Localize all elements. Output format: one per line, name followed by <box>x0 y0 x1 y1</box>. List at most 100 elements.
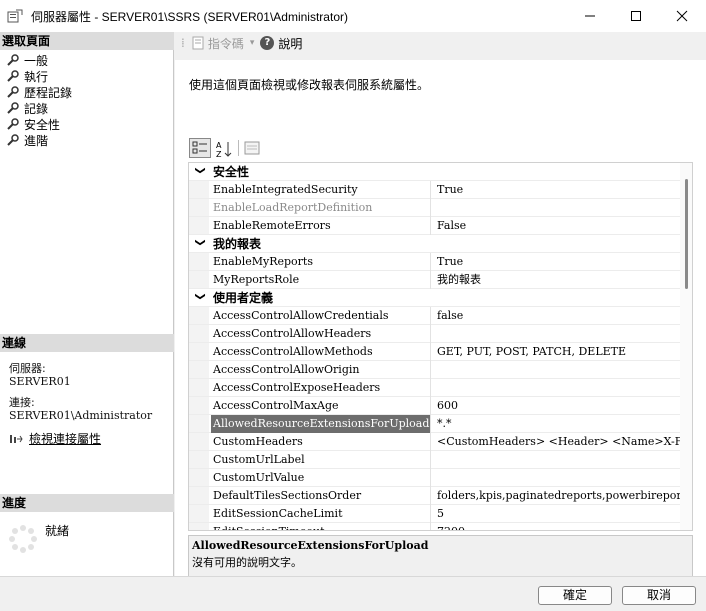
grid-property-name[interactable]: AccessControlMaxAge <box>211 397 431 415</box>
grid-property-value[interactable]: True <box>434 181 681 199</box>
grid-property-name[interactable]: EditSessionTimeout <box>211 523 431 530</box>
grid-property-name[interactable]: AccessControlAllowOrigin <box>211 361 431 379</box>
grid-property-value[interactable] <box>434 199 681 217</box>
grid-property-name[interactable]: AccessControlAllowHeaders <box>211 325 431 343</box>
script-icon <box>191 36 205 50</box>
grid-property-value[interactable]: 7200 <box>434 523 681 530</box>
grid-property-row[interactable]: CustomUrlLabel <box>189 451 681 469</box>
wrench-icon <box>6 101 19 115</box>
grid-property-value[interactable]: True <box>434 253 681 271</box>
progress-status: 就緒 <box>45 524 70 538</box>
grid-property-name[interactable]: AccessControlAllowCredentials <box>211 307 431 325</box>
grid-property-value[interactable] <box>434 469 681 487</box>
wrench-icon <box>6 133 19 147</box>
grid-property-value[interactable]: 600 <box>434 397 681 415</box>
grid-property-name[interactable]: AccessControlAllowMethods <box>211 343 431 361</box>
property-pages-button[interactable] <box>243 140 261 156</box>
server-properties-icon <box>7 9 23 23</box>
grid-property-name[interactable]: CustomHeaders <box>211 433 431 451</box>
connection-label: 連接: <box>9 396 35 409</box>
scrollbar-thumb[interactable] <box>685 179 688 289</box>
grid-property-row[interactable]: AccessControlExposeHeaders <box>189 379 681 397</box>
categorized-icon <box>192 141 207 154</box>
wrench-icon <box>6 69 19 83</box>
grid-property-name[interactable]: CustomUrlValue <box>211 469 431 487</box>
grid-property-row[interactable]: AccessControlAllowCredentials false <box>189 307 681 325</box>
grid-property-name[interactable]: AllowedResourceExtensionsForUpload <box>211 415 431 433</box>
page-item-label: 一般 <box>24 53 49 68</box>
cancel-button[interactable]: 取消 <box>622 586 696 605</box>
toolbar-grip: ⁞ <box>181 36 185 50</box>
grid-property-row[interactable]: EditSessionTimeout7200 <box>189 523 681 530</box>
script-button[interactable]: 指令碼 <box>208 35 244 52</box>
grid-property-value[interactable]: GET, PUT, POST, PATCH, DELETE <box>434 343 681 361</box>
categorized-view-button[interactable] <box>189 138 211 158</box>
ok-button[interactable]: 確定 <box>538 586 612 605</box>
grid-category-label: 我的報表 <box>213 237 262 251</box>
grid-category[interactable]: ❯ 安全性 <box>189 163 681 181</box>
page-item-execution[interactable]: 執行 <box>6 68 48 84</box>
chevron-down-icon[interactable]: ▾ <box>250 38 255 48</box>
grid-property-value[interactable]: false <box>434 307 681 325</box>
maximize-icon <box>631 11 641 21</box>
chevron-down-icon[interactable]: ❯ <box>195 166 206 174</box>
grid-property-value[interactable]: *.* <box>434 415 681 433</box>
grid-property-value[interactable]: False <box>434 217 681 235</box>
grid-property-value[interactable] <box>434 325 681 343</box>
grid-property-value[interactable]: 我的報表 <box>434 271 681 289</box>
grid-property-value[interactable]: <CustomHeaders> <Header> <Name>X-Frame-O… <box>434 433 681 451</box>
grid-category[interactable]: ❯ 使用者定義 <box>189 289 681 307</box>
right-pane: ⁞ 指令碼 ▾ ? 說明 使用這個頁面檢視或修改報表伺服系統屬性。 AZ ❯ 安全… <box>175 32 706 592</box>
grid-property-row[interactable]: AccessControlAllowOrigin <box>189 361 681 379</box>
view-connection-properties-link[interactable]: 檢視連接屬性 <box>9 430 101 447</box>
grid-property-name[interactable]: DefaultTilesSectionsOrder <box>211 487 431 505</box>
grid-scrollbar[interactable] <box>680 163 692 530</box>
grid-property-row[interactable]: EnableRemoteErrors False <box>189 217 681 235</box>
grid-property-name[interactable]: EnableMyReports <box>211 253 431 271</box>
page-item-general[interactable]: 一般 <box>6 52 48 68</box>
grid-property-name[interactable]: MyReportsRole <box>211 271 431 289</box>
grid-property-name[interactable]: CustomUrlLabel <box>211 451 431 469</box>
grid-property-name[interactable]: AccessControlExposeHeaders <box>211 379 431 397</box>
chevron-down-icon[interactable]: ❯ <box>195 238 206 246</box>
page-item-security[interactable]: 安全性 <box>6 116 60 132</box>
grid-property-row[interactable]: EditSessionCacheLimit 5 <box>189 505 681 523</box>
page-item-logging[interactable]: 記錄 <box>6 100 48 116</box>
close-button[interactable] <box>659 0 705 32</box>
grid-property-row[interactable]: EnableIntegratedSecurity True <box>189 181 681 199</box>
grid-property-value[interactable] <box>434 361 681 379</box>
grid-property-name[interactable]: EditSessionCacheLimit <box>211 505 431 523</box>
grid-property-row[interactable]: AccessControlAllowMethods GET, PUT, POST,… <box>189 343 681 361</box>
maximize-button[interactable] <box>613 0 659 32</box>
progress-header: 進度 <box>0 494 174 512</box>
property-pages-icon <box>244 141 260 155</box>
grid-property-value[interactable]: folders,kpis,paginatedreports,powerbirep… <box>434 487 681 505</box>
alphabetical-view-button[interactable]: AZ <box>215 139 233 159</box>
grid-property-row[interactable]: AllowedResourceExtensionsForUpload *.* <box>189 415 681 433</box>
grid-property-row[interactable]: CustomHeaders <CustomHeaders> <Header> <N… <box>189 433 681 451</box>
grid-property-value[interactable] <box>434 379 681 397</box>
grid-property-row[interactable]: EnableMyReports True <box>189 253 681 271</box>
page-item-history[interactable]: 歷程記錄 <box>6 84 72 100</box>
page-item-label: 安全性 <box>24 117 61 132</box>
grid-property-row[interactable]: CustomUrlValue <box>189 469 681 487</box>
grid-property-value[interactable]: 5 <box>434 505 681 523</box>
select-page-header: 選取頁面 <box>0 32 174 50</box>
grid-property-row[interactable]: AccessControlAllowHeaders <box>189 325 681 343</box>
grid-property-row[interactable]: MyReportsRole 我的報表 <box>189 271 681 289</box>
grid-category[interactable]: ❯ 我的報表 <box>189 235 681 253</box>
grid-property-name[interactable]: EnableIntegratedSecurity <box>211 181 431 199</box>
help-button[interactable]: 說明 <box>278 35 302 52</box>
grid-property-name[interactable]: EnableLoadReportDefinition <box>211 199 431 217</box>
chevron-down-icon[interactable]: ❯ <box>195 292 206 300</box>
connection-properties-icon <box>9 433 23 445</box>
grid-property-name[interactable]: EnableRemoteErrors <box>211 217 431 235</box>
svg-text:A: A <box>216 141 222 150</box>
grid-property-row[interactable]: DefaultTilesSectionsOrder folders,kpis,pa… <box>189 487 681 505</box>
page-item-advanced[interactable]: 進階 <box>6 132 48 148</box>
grid-property-row[interactable]: EnableLoadReportDefinition <box>189 199 681 217</box>
grid-property-row[interactable]: AccessControlMaxAge 600 <box>189 397 681 415</box>
grid-property-value[interactable] <box>434 451 681 469</box>
minimize-button[interactable] <box>567 0 613 32</box>
help-icon: ? <box>260 36 275 50</box>
